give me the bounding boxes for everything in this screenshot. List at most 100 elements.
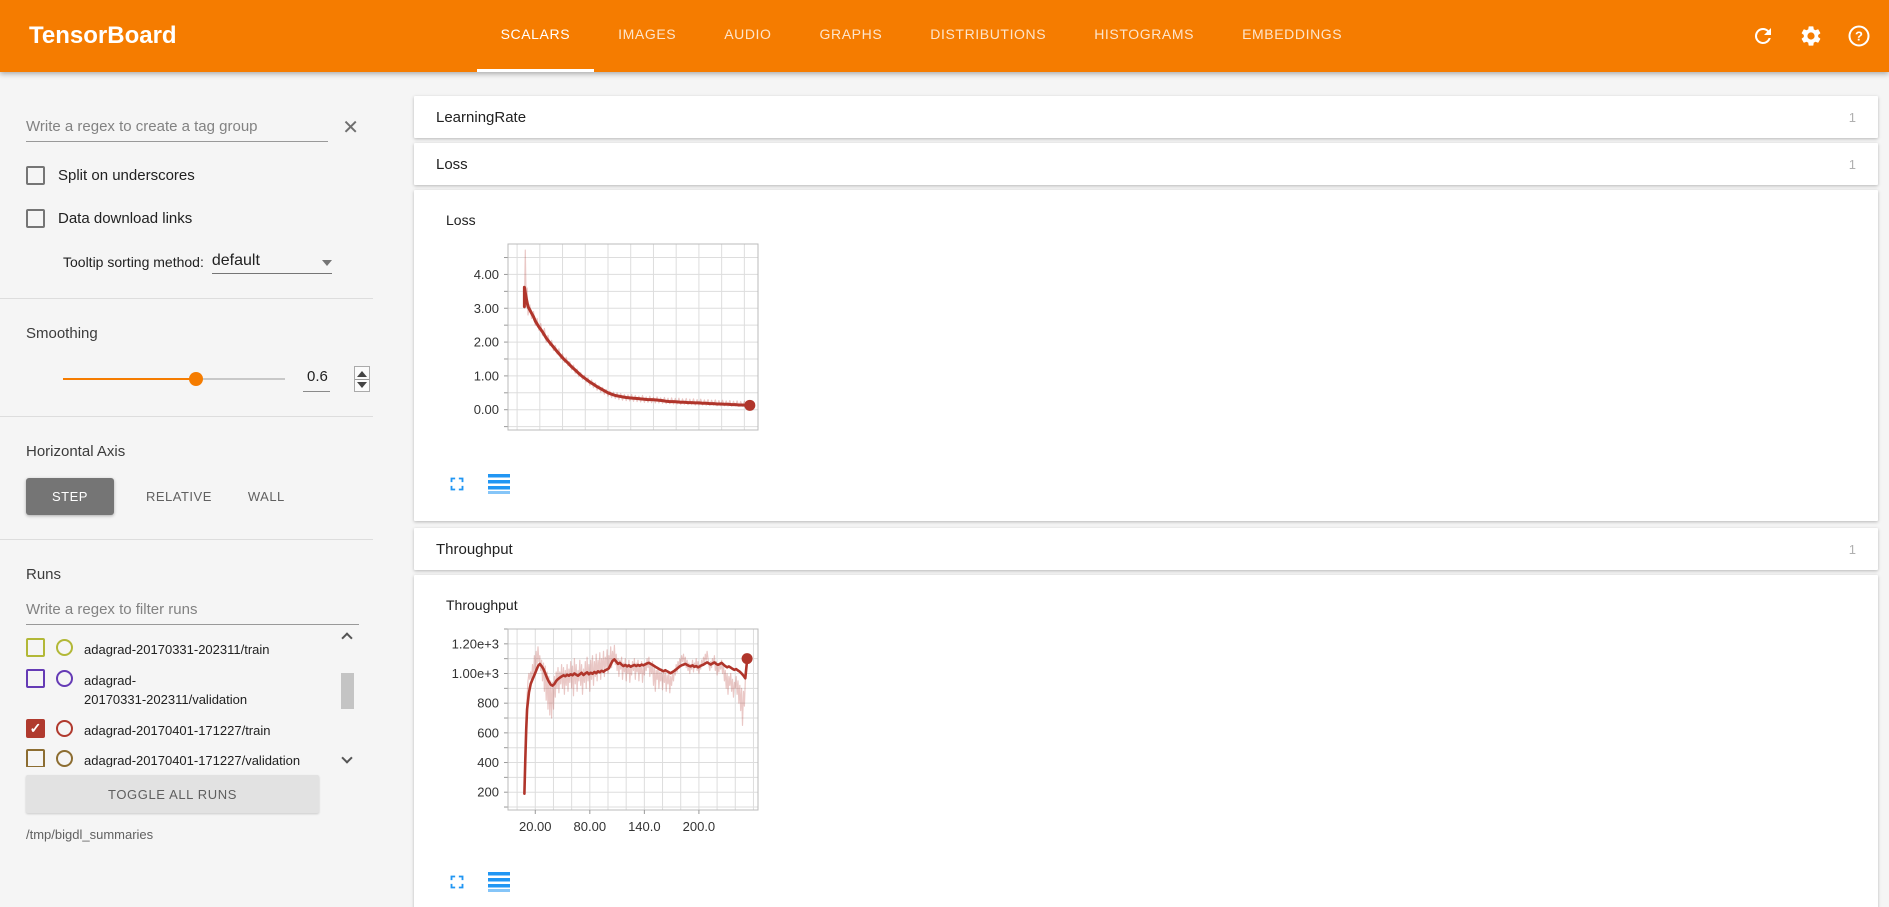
clear-filter-icon[interactable]: ✕	[342, 118, 359, 142]
run-color-circle[interactable]	[56, 670, 73, 687]
tooltip-sort-dropdown[interactable]: default	[212, 252, 332, 274]
category-title: Loss	[436, 156, 468, 173]
tooltip-sort-value: default	[212, 252, 260, 273]
category-count-badge: 1	[1849, 110, 1856, 125]
svg-text:4.00: 4.00	[474, 267, 499, 282]
svg-text:20.00: 20.00	[519, 819, 552, 834]
tab-embeddings[interactable]: EMBEDDINGS	[1218, 0, 1366, 72]
sidebar-divider	[0, 298, 373, 299]
check-icon: ✓	[30, 721, 42, 735]
scrollbar-thumb[interactable]	[341, 673, 354, 709]
svg-text:200: 200	[477, 785, 499, 800]
app-title: TensorBoard	[29, 22, 177, 50]
toggle-all-runs-button[interactable]: TOGGLE ALL RUNS	[26, 775, 319, 813]
run-checkbox[interactable]: ✓	[26, 749, 45, 767]
run-color-circle[interactable]	[56, 750, 73, 767]
run-color-circle[interactable]	[56, 639, 73, 656]
stepper-up-icon[interactable]	[357, 371, 367, 377]
tab-distributions[interactable]: DISTRIBUTIONS	[906, 0, 1070, 72]
category-header-learningrate[interactable]: LearningRate 1	[414, 96, 1878, 138]
main-content: LearningRate 1 Loss 1 Loss 0.00 1.00 2.00 3…	[373, 72, 1889, 907]
svg-text:400: 400	[477, 755, 499, 770]
run-list: ✓ adagrad-20170331-202311/train ✓ adagra…	[26, 629, 359, 767]
throughput-chart[interactable]: 2004006008001.00e+31.20e+320.0080.00140.…	[446, 619, 1878, 845]
slider-thumb[interactable]	[189, 372, 203, 386]
loss-chart-card: Loss 0.00 1.00 2.00 3.00 4.00	[414, 190, 1878, 521]
sidebar: ✕ Split on underscores Data download lin…	[0, 72, 373, 907]
run-filter-input[interactable]	[26, 597, 359, 625]
tab-images[interactable]: IMAGES	[594, 0, 700, 72]
app-header: TensorBoard SCALARS IMAGES AUDIO GRAPHS …	[0, 0, 1889, 72]
run-name: adagrad- 20170331-202311/validation	[84, 669, 247, 710]
checkbox-label: Data download links	[58, 210, 192, 227]
category-header-loss[interactable]: Loss 1	[414, 143, 1878, 185]
run-checkbox[interactable]: ✓	[26, 638, 45, 657]
sidebar-divider	[0, 539, 373, 540]
settings-gear-icon[interactable]	[1799, 24, 1823, 48]
run-selector-menu-icon[interactable]	[488, 473, 512, 495]
axis-relative-button[interactable]: RELATIVE	[128, 478, 230, 515]
svg-text:1.20e+3: 1.20e+3	[452, 636, 499, 651]
refresh-icon[interactable]	[1751, 24, 1775, 48]
svg-text:3.00: 3.00	[474, 301, 499, 316]
sidebar-divider	[0, 416, 373, 417]
help-icon[interactable]: ?	[1847, 24, 1871, 48]
run-item[interactable]: ✓ adagrad-20170401-171227/train	[26, 719, 325, 741]
category-header-throughput[interactable]: Throughput 1	[414, 528, 1878, 570]
header-icon-group: ?	[1751, 24, 1871, 48]
run-item[interactable]: ✓ adagrad-20170331-202311/train	[26, 638, 325, 660]
run-color-circle[interactable]	[56, 720, 73, 737]
svg-text:600: 600	[477, 725, 499, 740]
svg-text:1.00: 1.00	[474, 368, 499, 383]
horizontal-axis-label: Horizontal Axis	[26, 443, 359, 460]
throughput-chart-card: Throughput 2004006008001.00e+31.20e+320.…	[414, 575, 1878, 907]
smoothing-slider[interactable]	[63, 372, 285, 386]
run-checkbox[interactable]: ✓	[26, 719, 45, 738]
run-item[interactable]: ✓ adagrad-20170401-171227/validation	[26, 749, 325, 767]
split-underscores-checkbox[interactable]: Split on underscores	[26, 166, 359, 185]
loss-chart[interactable]: 0.00 1.00 2.00 3.00 4.00	[446, 234, 1878, 447]
run-selector-menu-icon[interactable]	[488, 871, 512, 893]
stepper-down-icon[interactable]	[357, 382, 367, 388]
svg-text:?: ?	[1855, 29, 1863, 44]
stepper-divider	[355, 379, 369, 380]
smoothing-label: Smoothing	[26, 325, 359, 342]
run-checkbox[interactable]: ✓	[26, 669, 45, 688]
category-count-badge: 1	[1849, 157, 1856, 172]
run-name: adagrad-20170331-202311/train	[84, 638, 270, 660]
chart-title: Loss	[446, 212, 1878, 228]
tab-histograms[interactable]: HISTOGRAMS	[1070, 0, 1218, 72]
run-item[interactable]: ✓ adagrad- 20170331-202311/validation	[26, 669, 325, 710]
tab-scalars[interactable]: SCALARS	[477, 0, 595, 72]
smoothing-stepper[interactable]	[354, 366, 370, 392]
axis-wall-button[interactable]: WALL	[230, 478, 303, 515]
checkbox-label: Split on underscores	[58, 167, 195, 184]
run-name: adagrad-20170401-171227/validation	[84, 749, 300, 767]
slider-fill	[63, 378, 196, 380]
svg-text:0.00: 0.00	[474, 402, 499, 417]
svg-text:140.0: 140.0	[628, 819, 661, 834]
log-directory-path: /tmp/bigdl_summaries	[26, 827, 359, 842]
expand-chart-icon[interactable]	[446, 871, 468, 893]
checkbox-icon	[26, 166, 45, 185]
run-name: adagrad-20170401-171227/train	[84, 719, 271, 741]
svg-text:80.00: 80.00	[574, 819, 607, 834]
category-title: LearningRate	[436, 109, 526, 126]
category-count-badge: 1	[1849, 542, 1856, 557]
svg-text:2.00: 2.00	[474, 335, 499, 350]
scroll-up-icon[interactable]	[341, 632, 352, 643]
tooltip-sort-label: Tooltip sorting method:	[63, 254, 204, 274]
data-download-checkbox[interactable]: Data download links	[26, 209, 359, 228]
tab-audio[interactable]: AUDIO	[700, 0, 795, 72]
dropdown-caret-icon	[322, 260, 332, 266]
category-title: Throughput	[436, 541, 513, 558]
scroll-down-icon[interactable]	[341, 752, 352, 763]
smoothing-value-input[interactable]: 0.6	[303, 366, 330, 392]
axis-step-button[interactable]: STEP	[26, 478, 114, 515]
tab-graphs[interactable]: GRAPHS	[796, 0, 907, 72]
tag-filter-input[interactable]	[26, 114, 328, 142]
svg-text:200.0: 200.0	[683, 819, 716, 834]
chart-title: Throughput	[446, 597, 1878, 613]
run-list-scrollbar[interactable]	[340, 631, 355, 767]
expand-chart-icon[interactable]	[446, 473, 468, 495]
